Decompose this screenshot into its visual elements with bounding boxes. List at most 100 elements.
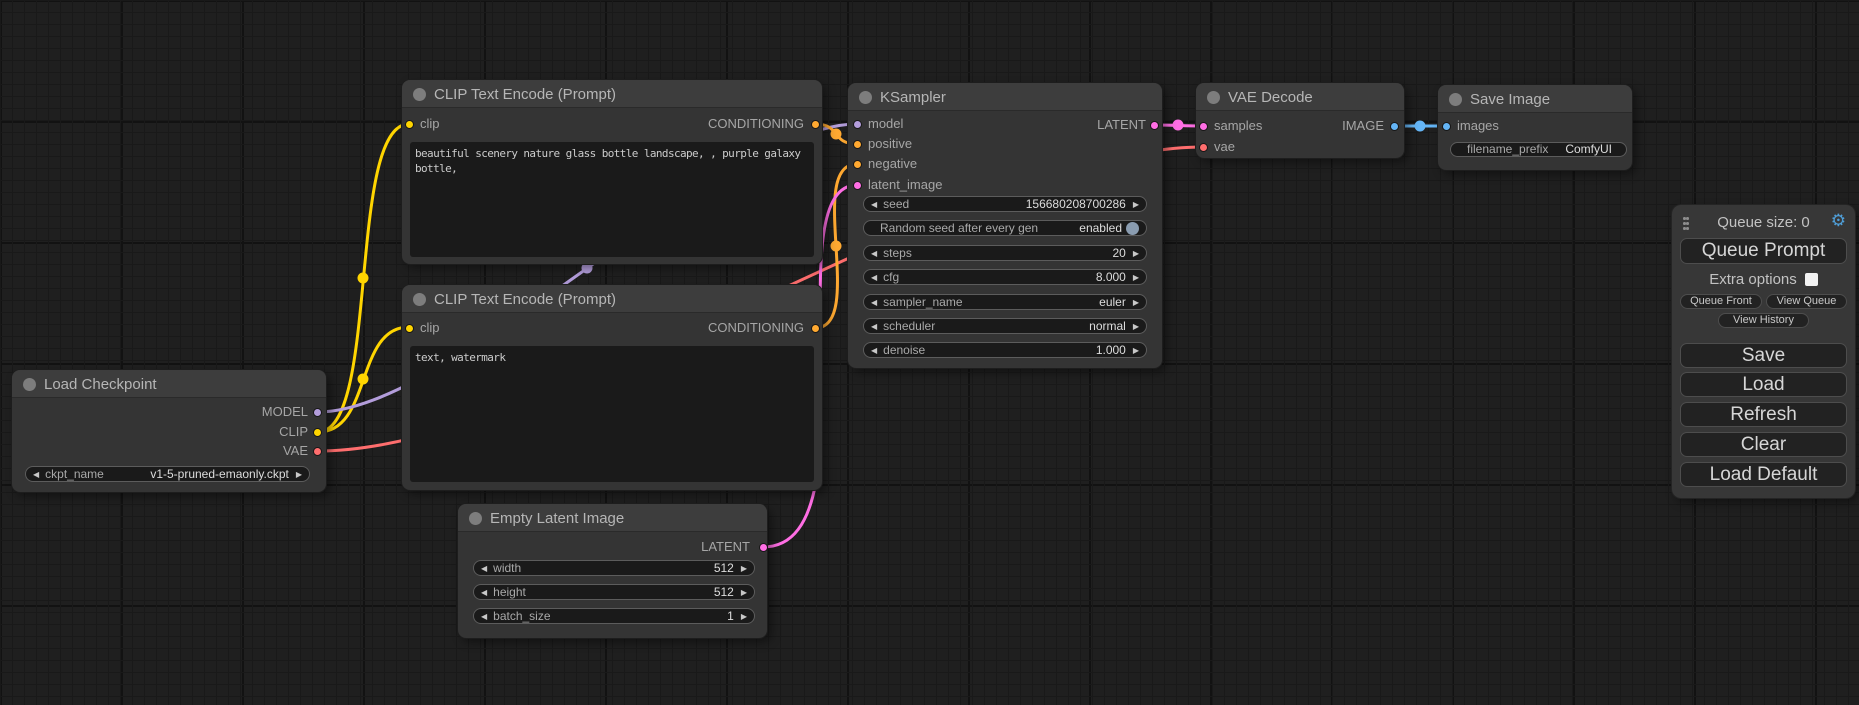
node-save-image[interactable]: Save Image images filename_prefix ComfyU…: [1438, 85, 1632, 170]
save-button[interactable]: Save: [1680, 343, 1847, 368]
collapse-dot-icon[interactable]: [469, 512, 482, 525]
image-output-port[interactable]: [1390, 122, 1399, 131]
samples-input-port[interactable]: [1199, 122, 1208, 131]
decrement-arrow-icon[interactable]: ◀: [33, 468, 39, 481]
clip-input-port[interactable]: [405, 120, 414, 129]
increment-arrow-icon[interactable]: ▶: [1133, 271, 1139, 284]
extra-options-label: Extra options: [1709, 271, 1797, 288]
toggle-icon[interactable]: [1126, 222, 1139, 235]
increment-arrow-icon[interactable]: ▶: [1133, 198, 1139, 211]
comfy-menu-panel[interactable]: Queue size: 0 ⚙ Queue Prompt Extra optio…: [1672, 205, 1855, 498]
node-title: VAE Decode: [1228, 89, 1313, 106]
node-title: Save Image: [1470, 91, 1550, 108]
decrement-arrow-icon[interactable]: ◀: [871, 247, 877, 260]
node-titlebar[interactable]: KSampler: [848, 83, 1162, 111]
collapse-dot-icon[interactable]: [413, 88, 426, 101]
node-clip-text-encode-negative[interactable]: CLIP Text Encode (Prompt) clip CONDITION…: [402, 285, 822, 490]
batch-size-widget[interactable]: ◀ batch_size 1 ▶: [473, 608, 755, 624]
model-input-port[interactable]: [853, 120, 862, 129]
negative-prompt-textarea[interactable]: text, watermark: [410, 346, 814, 482]
collapse-dot-icon[interactable]: [1449, 93, 1462, 106]
widget-value: 512: [714, 586, 734, 599]
negative-input-port[interactable]: [853, 160, 862, 169]
node-title: CLIP Text Encode (Prompt): [434, 291, 616, 308]
widget-label: filename_prefix: [1467, 143, 1548, 156]
node-ksampler[interactable]: KSampler model positive negative latent_…: [848, 83, 1162, 368]
clear-button[interactable]: Clear: [1680, 432, 1847, 457]
node-graph-canvas[interactable]: Load Checkpoint MODEL CLIP VAE ◀ ckpt_na…: [0, 0, 1859, 705]
increment-arrow-icon[interactable]: ▶: [741, 610, 747, 623]
clip-output-port[interactable]: [313, 428, 322, 437]
ckpt-name-widget[interactable]: ◀ ckpt_name v1-5-pruned-emaonly.ckpt ▶: [25, 466, 310, 482]
increment-arrow-icon[interactable]: ▶: [296, 468, 302, 481]
decrement-arrow-icon[interactable]: ◀: [871, 320, 877, 333]
view-history-button[interactable]: View History: [1718, 313, 1809, 328]
steps-widget[interactable]: ◀ steps 20 ▶: [863, 245, 1147, 261]
widget-label: ckpt_name: [45, 468, 104, 481]
model-output-port[interactable]: [313, 408, 322, 417]
latent-output-port[interactable]: [1150, 121, 1159, 130]
collapse-dot-icon[interactable]: [1207, 91, 1220, 104]
node-titlebar[interactable]: Load Checkpoint: [12, 370, 326, 398]
latent-image-input-port[interactable]: [853, 181, 862, 190]
widget-label: cfg: [883, 271, 899, 284]
decrement-arrow-icon[interactable]: ◀: [871, 271, 877, 284]
positive-input-port[interactable]: [853, 140, 862, 149]
node-vae-decode[interactable]: VAE Decode samples vae IMAGE: [1196, 83, 1404, 158]
node-titlebar[interactable]: Save Image: [1438, 85, 1632, 113]
width-widget[interactable]: ◀ width 512 ▶: [473, 560, 755, 576]
load-default-button[interactable]: Load Default: [1680, 462, 1847, 487]
filename-prefix-widget[interactable]: filename_prefix ComfyUI: [1450, 142, 1627, 157]
decrement-arrow-icon[interactable]: ◀: [871, 198, 877, 211]
scheduler-widget[interactable]: ◀ scheduler normal ▶: [863, 318, 1147, 334]
settings-gear-icon[interactable]: ⚙: [1831, 211, 1846, 231]
decrement-arrow-icon[interactable]: ◀: [481, 586, 487, 599]
extra-options-checkbox[interactable]: [1805, 273, 1818, 286]
increment-arrow-icon[interactable]: ▶: [1133, 247, 1139, 260]
random-seed-widget[interactable]: Random seed after every gen enabled: [863, 220, 1147, 236]
denoise-widget[interactable]: ◀ denoise 1.000 ▶: [863, 342, 1147, 358]
output-label-latent: LATENT: [701, 540, 750, 554]
load-button[interactable]: Load: [1680, 372, 1847, 397]
vae-input-port[interactable]: [1199, 143, 1208, 152]
refresh-button[interactable]: Refresh: [1680, 402, 1847, 427]
decrement-arrow-icon[interactable]: ◀: [871, 344, 877, 357]
clip-input-port[interactable]: [405, 324, 414, 333]
conditioning-output-port[interactable]: [811, 324, 820, 333]
decrement-arrow-icon[interactable]: ◀: [481, 610, 487, 623]
decrement-arrow-icon[interactable]: ◀: [871, 296, 877, 309]
queue-front-button[interactable]: Queue Front: [1680, 294, 1762, 309]
node-titlebar[interactable]: CLIP Text Encode (Prompt): [402, 285, 822, 313]
seed-widget[interactable]: ◀ seed 156680208700286 ▶: [863, 196, 1147, 212]
increment-arrow-icon[interactable]: ▶: [1133, 296, 1139, 309]
sampler-name-widget[interactable]: ◀ sampler_name euler ▶: [863, 294, 1147, 310]
increment-arrow-icon[interactable]: ▶: [741, 586, 747, 599]
node-titlebar[interactable]: VAE Decode: [1196, 83, 1404, 111]
latent-output-port[interactable]: [759, 543, 768, 552]
output-label-vae: VAE: [283, 444, 308, 458]
node-empty-latent-image[interactable]: Empty Latent Image LATENT ◀ width 512 ▶ …: [458, 504, 767, 638]
collapse-dot-icon[interactable]: [859, 91, 872, 104]
collapse-dot-icon[interactable]: [23, 378, 36, 391]
decrement-arrow-icon[interactable]: ◀: [481, 562, 487, 575]
collapse-dot-icon[interactable]: [413, 293, 426, 306]
increment-arrow-icon[interactable]: ▶: [1133, 320, 1139, 333]
input-label-negative: negative: [868, 157, 917, 171]
cfg-widget[interactable]: ◀ cfg 8.000 ▶: [863, 269, 1147, 285]
output-label-conditioning: CONDITIONING: [708, 117, 804, 131]
view-queue-button[interactable]: View Queue: [1766, 294, 1847, 309]
vae-output-port[interactable]: [313, 447, 322, 456]
height-widget[interactable]: ◀ height 512 ▶: [473, 584, 755, 600]
images-input-port[interactable]: [1442, 122, 1451, 131]
node-titlebar[interactable]: CLIP Text Encode (Prompt): [402, 80, 822, 108]
node-clip-text-encode-positive[interactable]: CLIP Text Encode (Prompt) clip CONDITION…: [402, 80, 822, 264]
node-load-checkpoint[interactable]: Load Checkpoint MODEL CLIP VAE ◀ ckpt_na…: [12, 370, 326, 492]
queue-prompt-button[interactable]: Queue Prompt: [1680, 238, 1847, 264]
widget-label: width: [493, 562, 521, 575]
conditioning-output-port[interactable]: [811, 120, 820, 129]
increment-arrow-icon[interactable]: ▶: [741, 562, 747, 575]
positive-prompt-textarea[interactable]: beautiful scenery nature glass bottle la…: [410, 142, 814, 257]
widget-value: 512: [714, 562, 734, 575]
node-titlebar[interactable]: Empty Latent Image: [458, 504, 767, 532]
increment-arrow-icon[interactable]: ▶: [1133, 344, 1139, 357]
